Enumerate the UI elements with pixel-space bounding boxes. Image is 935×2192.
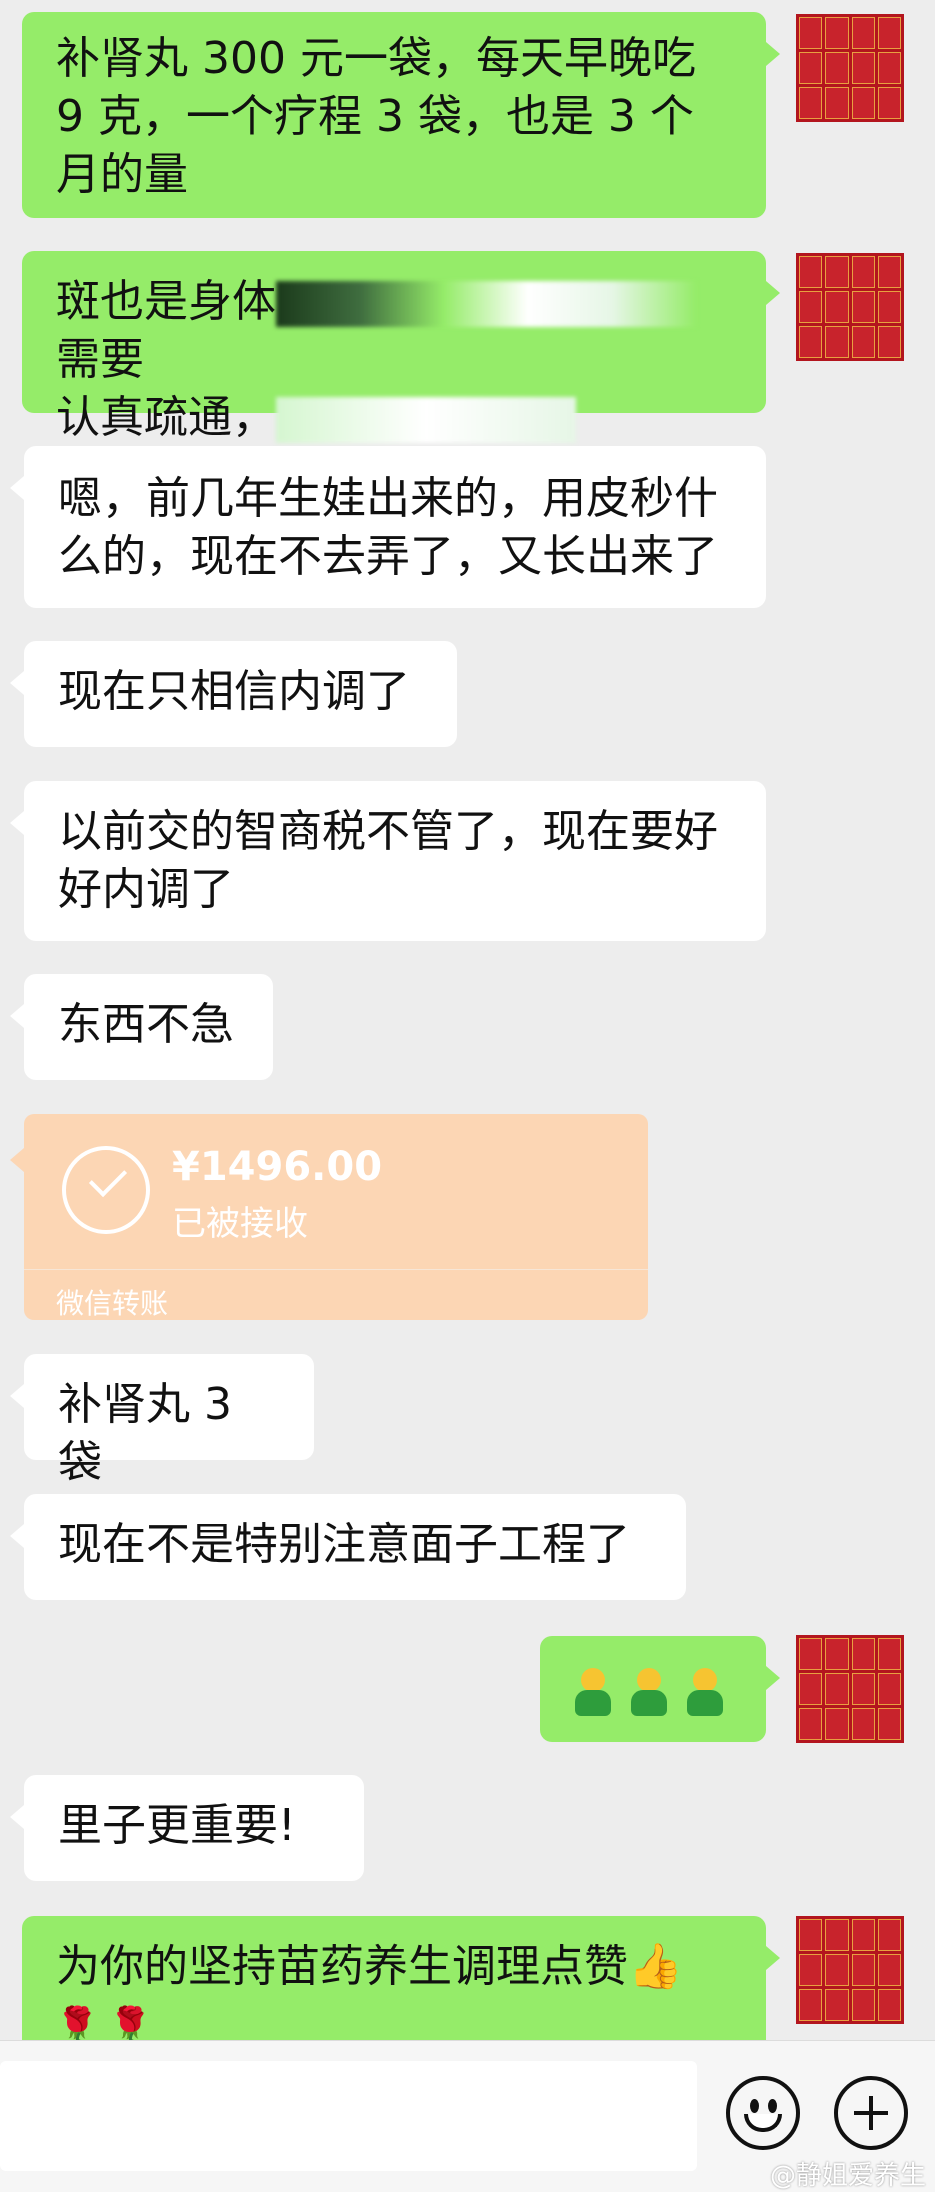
transfer-status: 已被接收 xyxy=(172,1204,308,1244)
message-bubble-received[interactable]: 东西不急 xyxy=(10,974,273,1080)
message-text: 里子更重要! xyxy=(58,1800,296,1851)
smile-icon[interactable] xyxy=(726,2076,800,2150)
sticker-person-icon xyxy=(682,1668,728,1718)
wechat-transfer-card[interactable]: ¥1496.00 已被接收 微信转账 xyxy=(10,1114,648,1320)
blurred-text xyxy=(276,281,696,327)
message-text: 斑也是身体 xyxy=(56,276,276,327)
message-text: 认真疏通， xyxy=(56,392,276,443)
watermark: @静姐爱养生 xyxy=(770,2161,927,2191)
message-text: 为你的坚持苗药养生调理点赞👍 xyxy=(56,1941,683,1992)
message-text: 嗯，前几年生娃出来的，用皮秒什么的，现在不去弄了，又长出来了 xyxy=(58,473,718,582)
message-bubble-received[interactable]: 现在只相信内调了 xyxy=(10,641,457,747)
message-text: 现在不是特别注意面子工程了 xyxy=(58,1519,630,1570)
check-circle-icon xyxy=(62,1146,150,1234)
message-bubble-received[interactable]: 以前交的智商税不管了，现在要好好内调了 xyxy=(10,781,766,941)
plus-icon[interactable] xyxy=(834,2076,908,2150)
message-bubble-sent[interactable]: 斑也是身体需要 认真疏通， xyxy=(22,251,780,443)
message-bubble-received[interactable]: 补肾丸 3 袋 xyxy=(10,1354,314,1488)
message-text: 需要 xyxy=(56,334,144,385)
blurred-text xyxy=(276,397,576,443)
message-text: 补肾丸 3 袋 xyxy=(58,1379,232,1488)
self-avatar[interactable] xyxy=(796,1635,904,1743)
self-avatar[interactable] xyxy=(796,253,904,361)
sticker-person-icon xyxy=(570,1668,616,1718)
self-avatar[interactable] xyxy=(796,14,904,122)
message-bubble-received[interactable]: 里子更重要! xyxy=(10,1775,364,1881)
message-input[interactable] xyxy=(0,2061,697,2171)
message-text: 东西不急 xyxy=(58,999,234,1050)
divider xyxy=(24,1269,648,1270)
sticker-person-icon xyxy=(626,1668,672,1718)
message-bubble-sent[interactable]: 补肾丸 300 元一袋，每天早晚吃 9 克，一个疗程 3 袋，也是 3 个月的量 xyxy=(22,12,780,218)
message-bubble-received[interactable]: 现在不是特别注意面子工程了 xyxy=(10,1494,686,1600)
message-text: 现在只相信内调了 xyxy=(58,666,410,717)
message-text: 补肾丸 300 元一袋，每天早晚吃 9 克，一个疗程 3 袋，也是 3 个月的量 xyxy=(56,33,696,200)
transfer-amount: ¥1496.00 xyxy=(172,1144,383,1190)
self-avatar[interactable] xyxy=(796,1916,904,2024)
message-bubble-received[interactable]: 嗯，前几年生娃出来的，用皮秒什么的，现在不去弄了，又长出来了 xyxy=(10,446,766,608)
transfer-label: 微信转账 xyxy=(56,1287,169,1320)
message-text: 以前交的智商税不管了，现在要好好内调了 xyxy=(58,806,718,915)
message-bubble-sent[interactable] xyxy=(540,1636,780,1742)
